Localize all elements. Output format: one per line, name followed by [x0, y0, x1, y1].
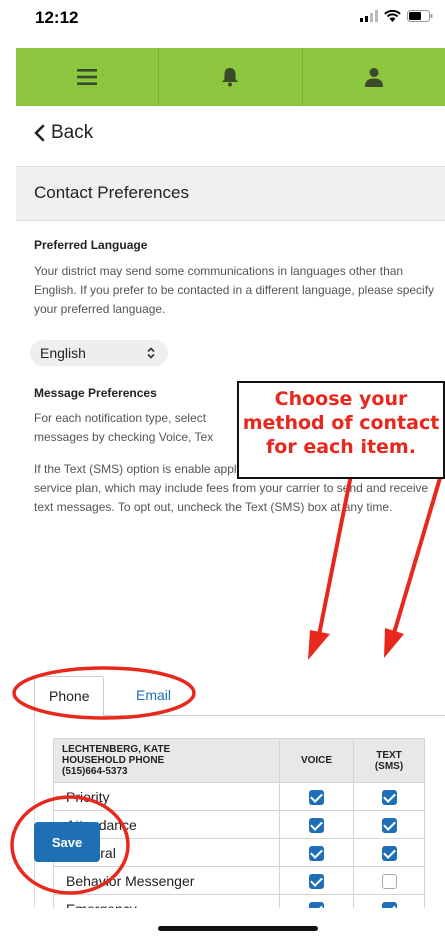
annotation-line-2: method of contact: [242, 412, 440, 434]
text-cell: [353, 810, 425, 839]
voice-checkbox[interactable]: [309, 789, 324, 805]
voice-cell: [279, 782, 354, 811]
notification-type-label: Emergency: [53, 894, 280, 908]
text-checkbox[interactable]: [381, 817, 397, 833]
notification-type-label: Priority: [53, 782, 280, 811]
back-link[interactable]: Back: [34, 122, 93, 144]
voice-column-header: VOICE: [279, 738, 354, 783]
text-cell: [353, 866, 425, 895]
text-checkbox[interactable]: [381, 901, 397, 908]
preferences-table: LECHTENBERG, KATE HOUSEHOLD PHONE (515)6…: [53, 738, 425, 908]
text-checkbox[interactable]: [381, 845, 397, 861]
annotation-line-3: for each item.: [266, 436, 416, 458]
back-label: Back: [51, 122, 94, 143]
contact-tabs: Phone Email: [34, 676, 445, 717]
text-checkbox[interactable]: [381, 873, 397, 889]
annotation-arrowhead-text: [384, 628, 404, 658]
text-cell: [353, 894, 425, 908]
annotation-arrowhead-voice: [308, 630, 330, 660]
contact-header: LECHTENBERG, KATE HOUSEHOLD PHONE (515)6…: [53, 738, 280, 783]
menu-icon: [77, 69, 98, 85]
battery-icon: [407, 10, 433, 22]
notification-type-label: Behavior Messenger: [53, 866, 280, 895]
text-cell: [353, 838, 425, 867]
language-select-value: English: [40, 345, 86, 361]
text-column-header: TEXT (SMS): [353, 738, 425, 783]
contact-number: (515)664-5373: [62, 766, 128, 777]
voice-checkbox[interactable]: [309, 901, 324, 908]
preferences-table-container: LECHTENBERG, KATE HOUSEHOLD PHONE (515)6…: [34, 716, 445, 908]
bell-icon: [222, 68, 239, 87]
tab-email[interactable]: Email: [122, 676, 185, 717]
section-header: Contact Preferences: [16, 166, 445, 221]
table-header-row: LECHTENBERG, KATE HOUSEHOLD PHONE (515)6…: [53, 738, 425, 783]
menu-button[interactable]: [16, 48, 160, 106]
signal-icon: [360, 10, 378, 22]
profile-button[interactable]: [303, 48, 445, 106]
annotation-line-1: Choose your: [274, 388, 408, 410]
text-column-label: TEXT (SMS): [374, 749, 404, 772]
language-select[interactable]: English: [30, 340, 168, 366]
voice-cell: [279, 866, 354, 895]
voice-cell: [279, 810, 354, 839]
status-time: 12:12: [35, 8, 79, 27]
message-preferences-description: For each notification type, select messa…: [34, 411, 214, 444]
preferred-language-description: Your district may send some communicatio…: [34, 264, 435, 316]
status-icons: [360, 10, 433, 22]
table-row: Priority: [53, 782, 425, 811]
preferred-language-heading: Preferred Language: [34, 238, 148, 252]
table-row: Emergency: [53, 894, 425, 908]
table-row: General: [53, 838, 425, 867]
home-indicator: [158, 926, 318, 931]
text-checkbox[interactable]: [381, 789, 397, 805]
status-bar: 12:12: [0, 0, 445, 48]
user-icon: [364, 68, 383, 87]
annotation-callout: Choose your method of contact for each i…: [237, 381, 445, 479]
voice-checkbox[interactable]: [309, 845, 324, 861]
wifi-icon: [384, 10, 401, 22]
table-row: Attendance: [53, 810, 425, 839]
table-row: Behavior Messenger: [53, 866, 425, 895]
message-preferences-heading: Message Preferences: [34, 386, 157, 400]
notifications-button[interactable]: [159, 48, 303, 106]
contact-type: HOUSEHOLD PHONE: [62, 755, 165, 766]
voice-checkbox[interactable]: [309, 817, 324, 833]
top-navbar: [16, 48, 445, 106]
chevron-left-icon: [34, 124, 45, 142]
voice-cell: [279, 838, 354, 867]
page-title: Contact Preferences: [34, 183, 189, 202]
tab-phone[interactable]: Phone: [34, 676, 105, 717]
voice-cell: [279, 894, 354, 908]
contact-name: LECHTENBERG, KATE: [62, 744, 171, 755]
voice-checkbox[interactable]: [309, 873, 324, 889]
chevron-updown-icon: [147, 347, 155, 359]
text-cell: [353, 782, 425, 811]
save-button[interactable]: Save: [34, 822, 100, 862]
